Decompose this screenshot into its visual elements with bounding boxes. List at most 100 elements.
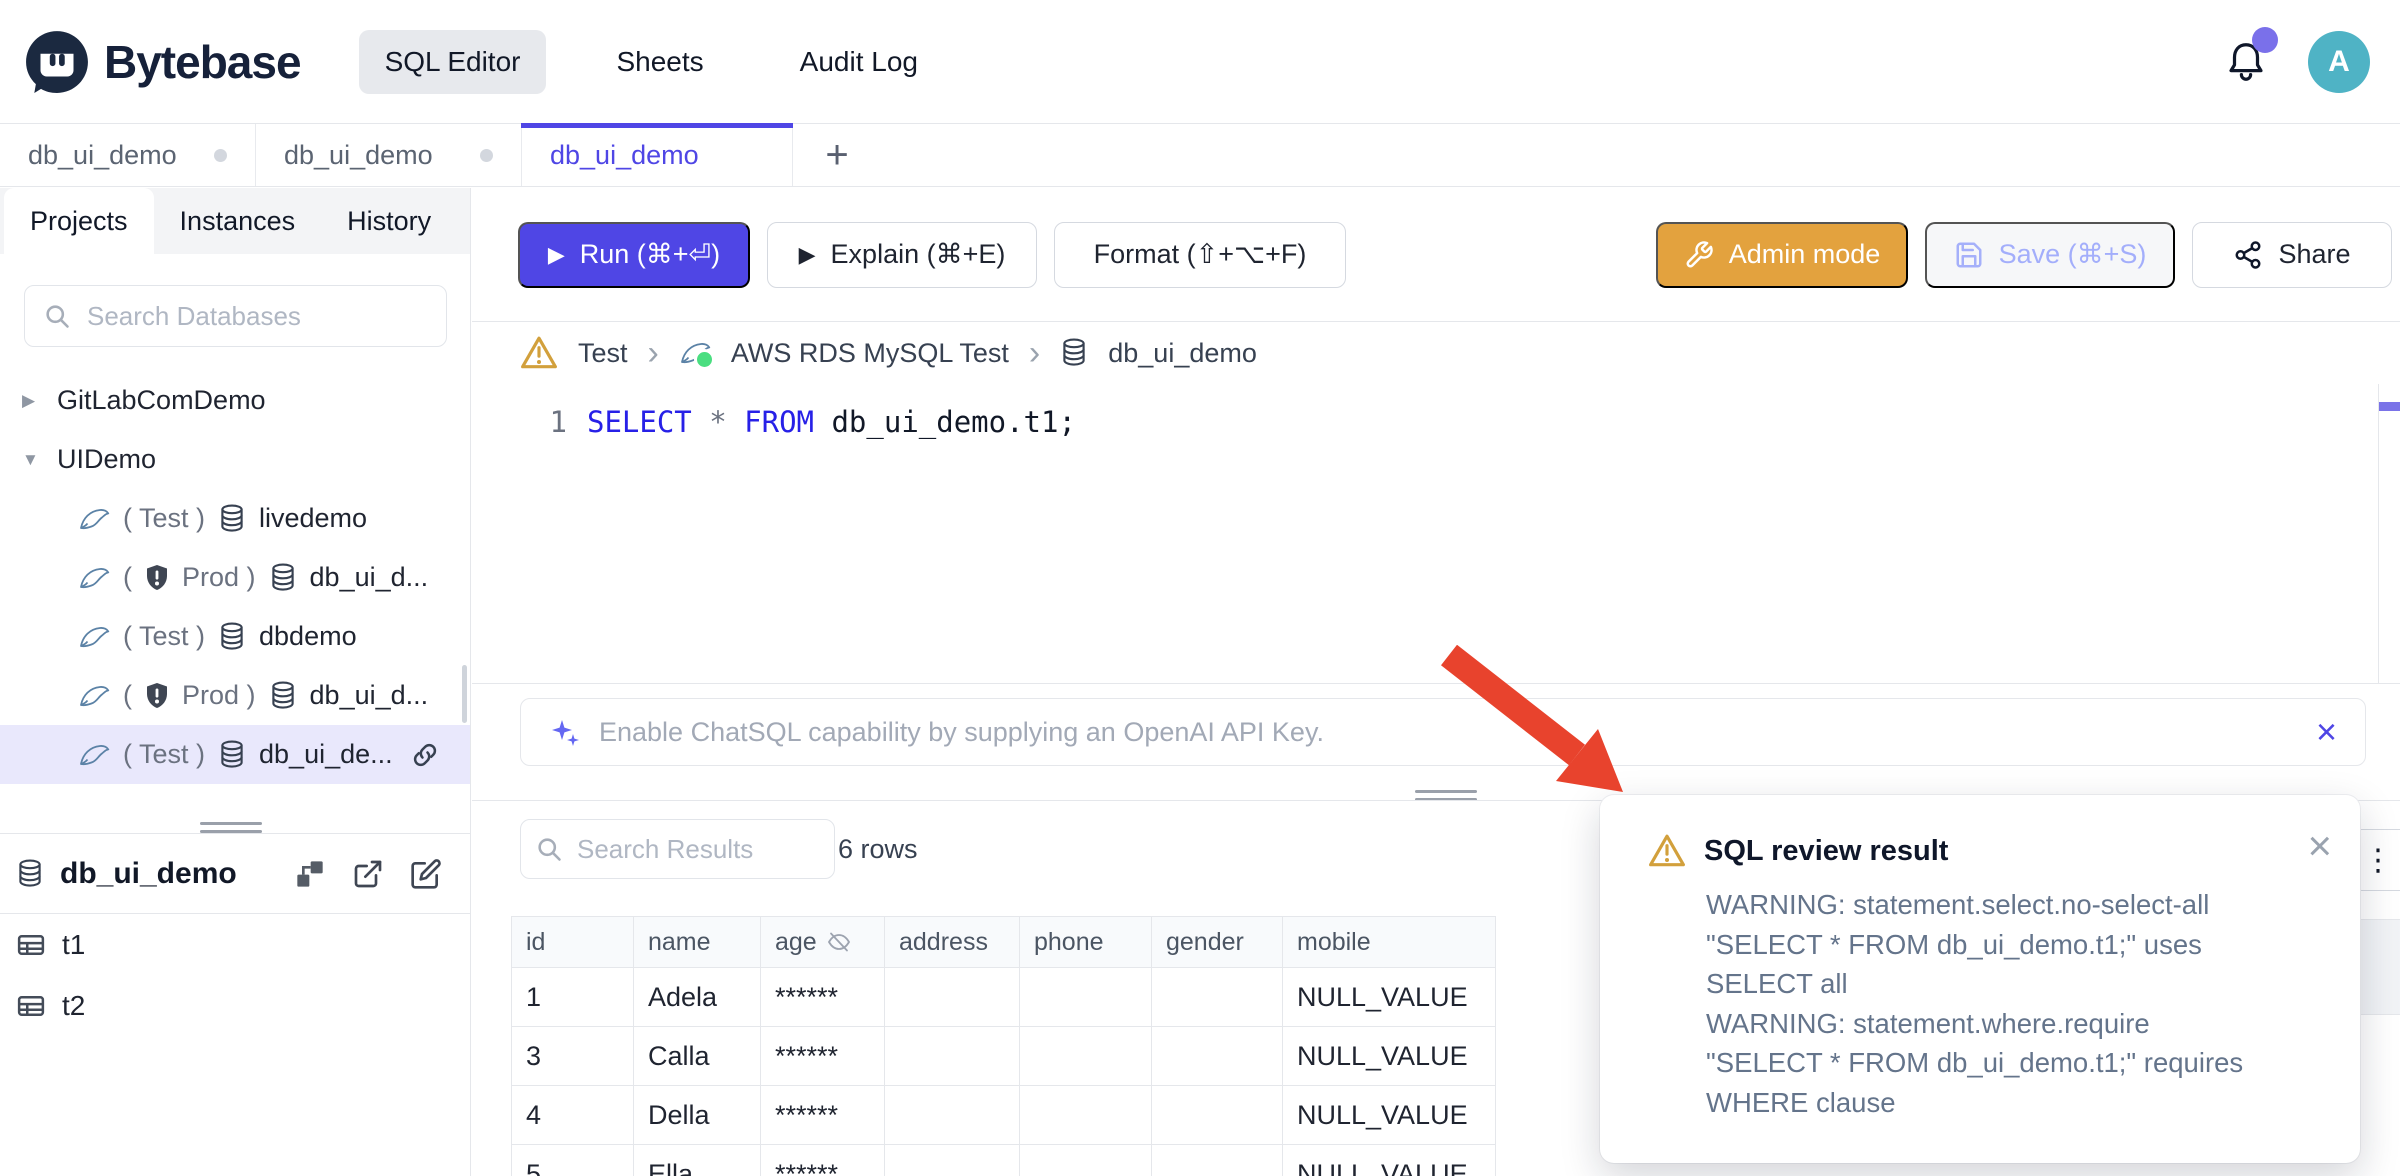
format-button[interactable]: Format (⇧+⌥+F) — [1054, 222, 1346, 288]
breadcrumb-database[interactable]: db_ui_demo — [1108, 338, 1257, 369]
masked-eye-off-icon — [827, 930, 851, 954]
editor-tab-1[interactable]: db_ui_demo — [0, 124, 256, 186]
editor-toolbar: ▶ Run (⌘+⏎) ▶ Explain (⌘+E) Format (⇧+⌥+… — [472, 188, 2400, 322]
schema-diagram-icon[interactable] — [294, 858, 326, 890]
nav-sql-editor[interactable]: SQL Editor — [359, 30, 547, 94]
table-cell — [1152, 1086, 1283, 1145]
table-cell — [1152, 968, 1283, 1027]
table-item-t1[interactable]: t1 — [0, 914, 470, 975]
sidebar-scrollbar[interactable] — [462, 665, 467, 723]
env-label: Prod ) — [182, 562, 256, 593]
play-icon: ▶ — [548, 242, 565, 268]
results-search[interactable] — [520, 819, 835, 879]
bytebase-logo[interactable]: Bytebase — [24, 29, 301, 95]
database-icon — [269, 562, 297, 594]
table-cell: NULL_VALUE — [1283, 1145, 1496, 1176]
column-header-inner: address — [899, 928, 1019, 957]
env-label: Prod ) — [182, 680, 256, 711]
database-label: dbdemo — [259, 621, 357, 652]
popup-body: WARNING: statement.select.no-select-all"… — [1706, 885, 2320, 1122]
popup-close-icon[interactable]: × — [2307, 825, 2332, 867]
table-cell: Ella — [634, 1145, 761, 1176]
external-link-icon[interactable] — [352, 858, 384, 890]
database-label: db_ui_de... — [259, 739, 393, 770]
table-cell — [885, 968, 1020, 1027]
code-line: 1 SELECT * FROM db_ui_demo.t1; — [472, 400, 1076, 444]
banner-close-icon[interactable]: × — [2316, 714, 2337, 750]
main-area: ▶ Run (⌘+⏎) ▶ Explain (⌘+E) Format (⇧+⌥+… — [472, 188, 2400, 1176]
column-header-inner: age — [775, 928, 884, 957]
table-cell: Adela — [634, 968, 761, 1027]
chatsql-banner-text: Enable ChatSQL capability by supplying a… — [599, 717, 1324, 748]
column-label: age — [775, 928, 817, 957]
editor-tab-3[interactable]: db_ui_demo — [522, 124, 793, 186]
unsaved-dot-icon — [214, 149, 227, 162]
popup-header: SQL review result — [1648, 833, 2320, 869]
table-cell — [1020, 1027, 1152, 1086]
editor-tabs: db_ui_demodb_ui_demodb_ui_demo — [0, 124, 793, 186]
run-button[interactable]: ▶ Run (⌘+⏎) — [518, 222, 750, 288]
save-button[interactable]: Save (⌘+S) — [1925, 222, 2175, 288]
table-header-row: idnameage addressphonegendermobile — [512, 917, 1496, 968]
brand-name: Bytebase — [104, 35, 301, 89]
app-header: Bytebase SQL Editor Sheets Audit Log A — [0, 0, 2400, 123]
table-cell — [1152, 1145, 1283, 1176]
database-panel: db_ui_demo — [0, 833, 470, 1176]
nav-audit-log[interactable]: Audit Log — [774, 30, 944, 94]
explain-button[interactable]: ▶ Explain (⌘+E) — [767, 222, 1037, 288]
database-icon — [218, 739, 246, 771]
breadcrumb-instance[interactable]: AWS RDS MySQL Test — [731, 338, 1009, 369]
sql-token: * — [709, 405, 726, 439]
database-row-db_ui_de[interactable]: ( Test ) db_ui_de... — [0, 725, 470, 784]
database-icon — [1060, 337, 1088, 369]
admin-mode-label: Admin mode — [1729, 239, 1881, 270]
table-label: t2 — [62, 990, 85, 1022]
editor-tab-strip: db_ui_demodb_ui_demodb_ui_demo + — [0, 123, 2400, 187]
column-header-gender: gender — [1152, 917, 1283, 968]
env-paren: ( — [123, 562, 132, 593]
database-row-dbdemo[interactable]: ( Test ) dbdemo — [0, 607, 470, 666]
project-row-uidemo[interactable]: ▼UIDemo — [0, 430, 470, 489]
database-row-db_ui_d[interactable]: ( Prod ) db_ui_d... — [0, 548, 470, 607]
project-row-gitlabcomdemo[interactable]: ▶GitLabComDemo — [0, 371, 470, 430]
popup-title: SQL review result — [1704, 835, 1948, 868]
table-item-t2[interactable]: t2 — [0, 975, 470, 1036]
add-tab-button[interactable]: + — [793, 124, 881, 186]
database-label: livedemo — [259, 503, 367, 534]
link-icon — [410, 740, 440, 770]
edit-icon[interactable] — [410, 858, 442, 890]
results-search-input[interactable] — [575, 833, 820, 866]
chatsql-banner: Enable ChatSQL capability by supplying a… — [520, 698, 2366, 766]
database-search[interactable] — [24, 285, 447, 347]
database-row-db_ui_d[interactable]: ( Prod ) db_ui_d... — [0, 666, 470, 725]
notification-bell-button[interactable] — [2224, 39, 2268, 85]
database-actions — [294, 858, 442, 890]
sidebar-tab-instances[interactable]: Instances — [154, 188, 322, 254]
column-label: gender — [1166, 928, 1244, 957]
kebab-icon: ⋮ — [2363, 843, 2393, 878]
editor-tab-2[interactable]: db_ui_demo — [256, 124, 522, 186]
breadcrumb-environment[interactable]: Test — [578, 338, 628, 369]
sidebar-tab-projects[interactable]: Projects — [4, 188, 154, 254]
avatar[interactable]: A — [2308, 31, 2370, 93]
share-label: Share — [2278, 239, 2350, 270]
sidebar-tab-history[interactable]: History — [321, 188, 457, 254]
admin-mode-button[interactable]: Admin mode — [1656, 222, 1908, 288]
database-panel-header: db_ui_demo — [0, 834, 470, 914]
sql-editor[interactable]: 1 SELECT * FROM db_ui_demo.t1; — [472, 384, 2400, 684]
explain-label: Explain (⌘+E) — [831, 239, 1006, 270]
database-row-livedemo[interactable]: ( Test ) livedemo — [0, 489, 470, 548]
nav-sheets[interactable]: Sheets — [590, 30, 729, 94]
caret-down-icon: ▼ — [22, 450, 44, 470]
bytebase-logo-icon — [24, 29, 90, 95]
share-button[interactable]: Share — [2192, 222, 2392, 288]
review-warning-line: "SELECT * FROM db_ui_demo.t1;" uses — [1706, 925, 2320, 965]
wrench-icon — [1684, 240, 1714, 270]
database-search-input[interactable] — [85, 300, 428, 333]
editor-tab-label: db_ui_demo — [28, 140, 177, 171]
column-header-age: age — [761, 917, 885, 968]
editor-scroll-marker[interactable] — [2379, 402, 2400, 411]
table-row: 3Calla******NULL_VALUE — [512, 1027, 1496, 1086]
chevron-right-icon: › — [1029, 336, 1040, 370]
play-icon: ▶ — [799, 242, 816, 268]
